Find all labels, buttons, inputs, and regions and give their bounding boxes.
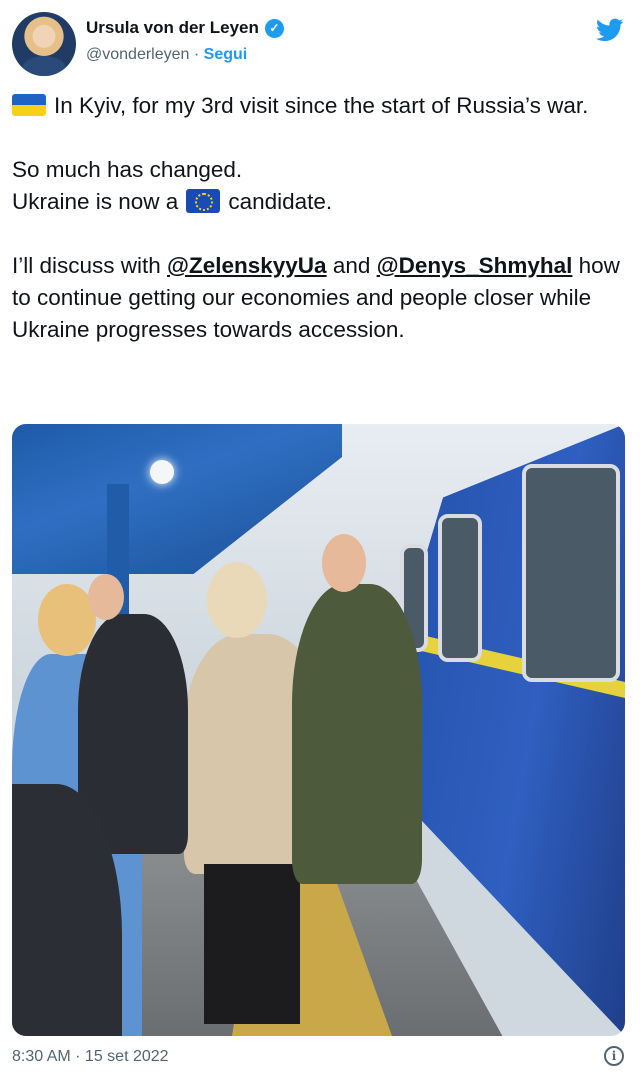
mention-denys-shmyhal-link[interactable]: @Denys_Shmyhal — [377, 253, 573, 278]
avatar[interactable] — [12, 12, 76, 76]
photo-person — [292, 584, 422, 884]
tweet-card: Ursula von der Leyen ✓ @vonderleyen · Se… — [0, 0, 640, 1081]
avatar-shoulders — [22, 56, 66, 76]
eu-flag-emoji — [186, 189, 221, 213]
photo-train-window — [438, 514, 482, 662]
tweet-line-4-before: I’ll discuss with — [12, 253, 168, 278]
tweet-line-1-text: In Kyiv, for my 3rd visit since the star… — [54, 93, 589, 118]
twitter-bird-icon[interactable] — [594, 16, 626, 44]
photo-person — [204, 864, 300, 1024]
tweet-line-4-mid: and — [326, 253, 377, 278]
tweet-line-1: In Kyiv, for my 3rd visit since the star… — [12, 90, 622, 122]
photo-lamp — [150, 460, 174, 484]
verified-badge-icon: ✓ — [264, 18, 284, 38]
photo-person-head — [322, 534, 366, 592]
handle-separator: · — [189, 46, 204, 63]
mention-zelenskyyua-link[interactable]: @ZelenskyyUa — [167, 253, 327, 278]
tweet-line-3-after: candidate. — [228, 189, 333, 214]
tweet-photo[interactable] — [12, 424, 625, 1036]
tweet-text: In Kyiv, for my 3rd visit since the star… — [12, 90, 622, 346]
tweet-timestamp[interactable]: 8:30 AM · 15 set 2022 — [12, 1048, 169, 1066]
author-handle[interactable]: @vonderleyen — [86, 46, 189, 63]
tweet-line-3: Ukraine is now a candidate. — [12, 186, 622, 218]
tweet-line-2: So much has changed. — [12, 157, 243, 182]
author-handle-row: @vonderleyen · Segui — [86, 46, 247, 64]
info-icon[interactable]: i — [604, 1046, 624, 1066]
tweet-line-3-before: Ukraine is now a — [12, 189, 179, 214]
author-name[interactable]: Ursula von der Leyen — [86, 18, 259, 38]
follow-button[interactable]: Segui — [204, 46, 248, 63]
photo-person-head — [207, 562, 267, 638]
tweet-line-4: I’ll discuss with @ZelenskyyUa and @Deny… — [12, 250, 622, 346]
photo-person-head — [88, 574, 124, 620]
photo-train-window — [522, 464, 620, 682]
author-name-row: Ursula von der Leyen ✓ — [86, 18, 284, 38]
ukraine-flag-emoji — [12, 94, 46, 116]
